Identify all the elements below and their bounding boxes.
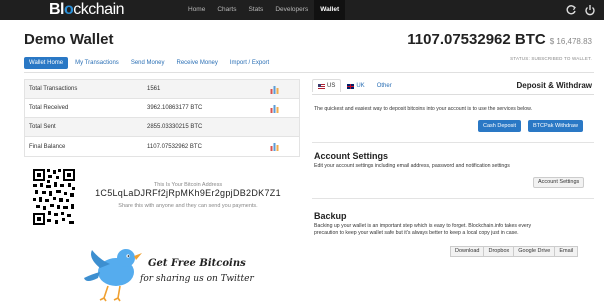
wallet-tabs: Wallet Home My Transactions Send Money R… xyxy=(24,57,274,69)
dropbox-button[interactable]: Dropbox xyxy=(483,246,515,257)
top-navbar: Bl o ckchain Home Charts Stats Developers … xyxy=(0,0,604,20)
tab-us-label: US xyxy=(327,83,336,89)
email-button[interactable]: Email xyxy=(554,246,579,257)
promo-title[interactable]: Get Free Bitcoins xyxy=(148,258,246,269)
deposit-heading: Deposit & Withdraw xyxy=(516,81,592,90)
bar-chart-icon[interactable] xyxy=(270,85,279,94)
backup-description-line1: Backing up your wallet is an important s… xyxy=(314,223,532,229)
blockchain-logo[interactable]: Bl o ckchain xyxy=(49,1,125,19)
refresh-icon[interactable] xyxy=(565,4,577,16)
nav-item-wallet[interactable]: Wallet xyxy=(314,0,346,20)
account-settings-description: Edit your account settings including ema… xyxy=(314,163,510,169)
power-icon[interactable] xyxy=(584,4,596,16)
logo-text-part1: Bl xyxy=(49,1,65,18)
tab-divider xyxy=(24,72,594,73)
qr-code-icon xyxy=(32,168,76,226)
promo-subtitle[interactable]: for sharing us on Twitter xyxy=(140,274,254,284)
section-divider xyxy=(312,198,594,199)
tab-send-money[interactable]: Send Money xyxy=(126,57,170,69)
logo-text-part2: o xyxy=(64,1,74,18)
bitcoin-address[interactable]: 1C5LqLaDJRFf2jRpMKh9Er2gpjDB2DK7Z1 xyxy=(76,188,300,198)
nav-item-stats[interactable]: Stats xyxy=(243,0,270,20)
deposit-description: The quickest and easiest way to deposit … xyxy=(314,106,532,112)
nav-menu: Home Charts Stats Developers Wallet xyxy=(182,0,346,20)
stat-row-total-transactions: Total Transactions 1561 xyxy=(25,80,299,99)
stat-value: 1107.07532962 BTC xyxy=(147,143,202,150)
page-title: Demo Wallet xyxy=(24,31,114,48)
stat-row-total-received: Total Received 3962.10863177 BTC xyxy=(25,99,299,118)
section-divider xyxy=(312,142,594,143)
google-drive-button[interactable]: Google Drive xyxy=(513,246,556,257)
stat-value: 1561 xyxy=(147,86,161,92)
deposit-tabs-divider xyxy=(312,94,594,95)
tab-my-transactions[interactable]: My Transactions xyxy=(70,57,124,69)
cash-deposit-button[interactable]: Cash Deposit xyxy=(478,120,522,132)
wallet-balance: 1107.07532962 BTC $ 16,478.83 xyxy=(407,31,592,48)
tab-other-label: Other xyxy=(376,83,392,89)
us-flag-icon xyxy=(318,83,325,89)
balance-btc[interactable]: 1107.07532962 BTC xyxy=(407,31,545,48)
backup-description-line2: precaution to keep your wallet safe but … xyxy=(314,230,519,236)
twitter-bird-icon[interactable] xyxy=(82,238,144,302)
bar-chart-icon[interactable] xyxy=(270,104,279,113)
wallet-stats-table: Total Transactions 1561 Total Received 3… xyxy=(24,79,300,157)
nav-item-home[interactable]: Home xyxy=(182,0,211,20)
logo-text-part3: ckchain xyxy=(73,1,125,18)
nav-icons xyxy=(565,4,596,16)
btcpak-withdraw-button[interactable]: BTCPak Withdraw xyxy=(528,120,583,132)
stat-value: 2855.03330215 BTC xyxy=(147,124,203,130)
tab-us[interactable]: US xyxy=(312,79,342,92)
stat-label: Final Balance xyxy=(29,143,66,150)
account-settings-button[interactable]: Account Settings xyxy=(533,177,585,188)
tab-other[interactable]: Other xyxy=(371,79,398,92)
nav-item-charts[interactable]: Charts xyxy=(211,0,242,20)
stat-value: 3962.10863177 BTC xyxy=(147,105,203,111)
status-text: STATUS: SUBSCRIBED TO WALLET. xyxy=(510,56,592,61)
tab-wallet-home[interactable]: Wallet Home xyxy=(24,57,69,69)
stat-label: Total Received xyxy=(29,105,69,111)
tab-receive-money[interactable]: Receive Money xyxy=(172,57,223,69)
address-hint: Share this with anyone and they can send… xyxy=(118,203,258,209)
balance-usd: $ 16,478.83 xyxy=(549,37,592,46)
stat-label: Total Transactions xyxy=(29,86,78,92)
tab-import-export[interactable]: Import / Export xyxy=(225,57,274,69)
stat-row-final-balance: Final Balance 1107.07532962 BTC xyxy=(25,137,299,156)
account-settings-title: Account Settings xyxy=(314,151,389,161)
nav-item-developers[interactable]: Developers xyxy=(269,0,314,20)
download-button[interactable]: Download xyxy=(450,246,485,257)
stat-label: Total Sent xyxy=(29,124,56,130)
tab-uk[interactable]: UK xyxy=(341,79,370,92)
uk-flag-icon xyxy=(347,83,355,89)
backup-title: Backup xyxy=(314,211,347,221)
bar-chart-icon[interactable] xyxy=(270,142,279,151)
deposit-region-tabs: US UK Other xyxy=(312,79,398,92)
tab-uk-label: UK xyxy=(356,83,365,89)
backup-button-group: Download Dropbox Google Drive Email xyxy=(450,246,579,257)
stat-row-total-sent: Total Sent 2855.03330215 BTC xyxy=(25,118,299,137)
